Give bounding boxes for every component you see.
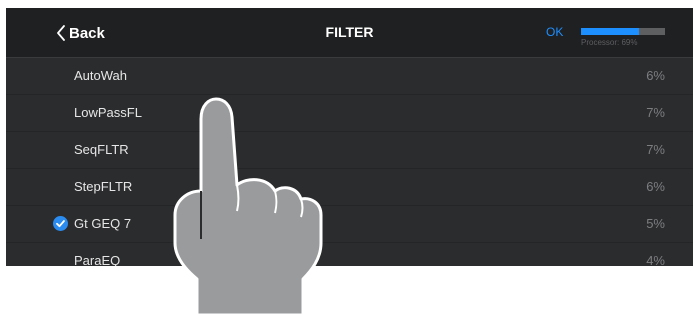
effect-usage: 4%: [646, 253, 665, 266]
ok-button[interactable]: OK: [546, 25, 563, 39]
processor-bar-fill: [581, 28, 639, 35]
effect-list: AutoWah 6% LowPassFL 7% SeqFLTR 7% StepF…: [6, 58, 693, 266]
effect-usage: 7%: [646, 105, 665, 120]
processor-meter: Processor: 69%: [581, 28, 665, 47]
effect-usage: 6%: [646, 179, 665, 194]
back-label: Back: [69, 24, 105, 42]
effect-name: ParaEQ: [74, 253, 121, 266]
effect-name: Gt GEQ 7: [74, 216, 132, 231]
back-button[interactable]: Back: [56, 21, 105, 45]
effect-name: SeqFLTR: [74, 142, 129, 157]
effect-row[interactable]: AutoWah 6%: [6, 58, 693, 95]
app-screen: Back FILTER OK Processor: 69% AutoWah 6%…: [6, 8, 693, 266]
effect-row[interactable]: SeqFLTR 7%: [6, 132, 693, 169]
effect-row[interactable]: ParaEQ 4%: [6, 243, 693, 266]
effect-name: LowPassFL: [74, 105, 142, 120]
effect-usage: 6%: [646, 68, 665, 83]
checkmark-circle-icon: [53, 216, 68, 231]
effect-row[interactable]: LowPassFL 7%: [6, 95, 693, 132]
effect-row[interactable]: StepFLTR 6%: [6, 169, 693, 206]
effect-usage: 5%: [646, 216, 665, 231]
effect-name: AutoWah: [74, 68, 127, 83]
processor-bar: [581, 28, 665, 35]
effect-usage: 7%: [646, 142, 665, 157]
nav-bar: Back FILTER OK Processor: 69%: [6, 8, 693, 58]
effect-name: StepFLTR: [74, 179, 133, 194]
chevron-left-icon: [57, 25, 65, 41]
processor-label: Processor: 69%: [581, 38, 638, 47]
effect-row[interactable]: Gt GEQ 7 5%: [6, 206, 693, 243]
